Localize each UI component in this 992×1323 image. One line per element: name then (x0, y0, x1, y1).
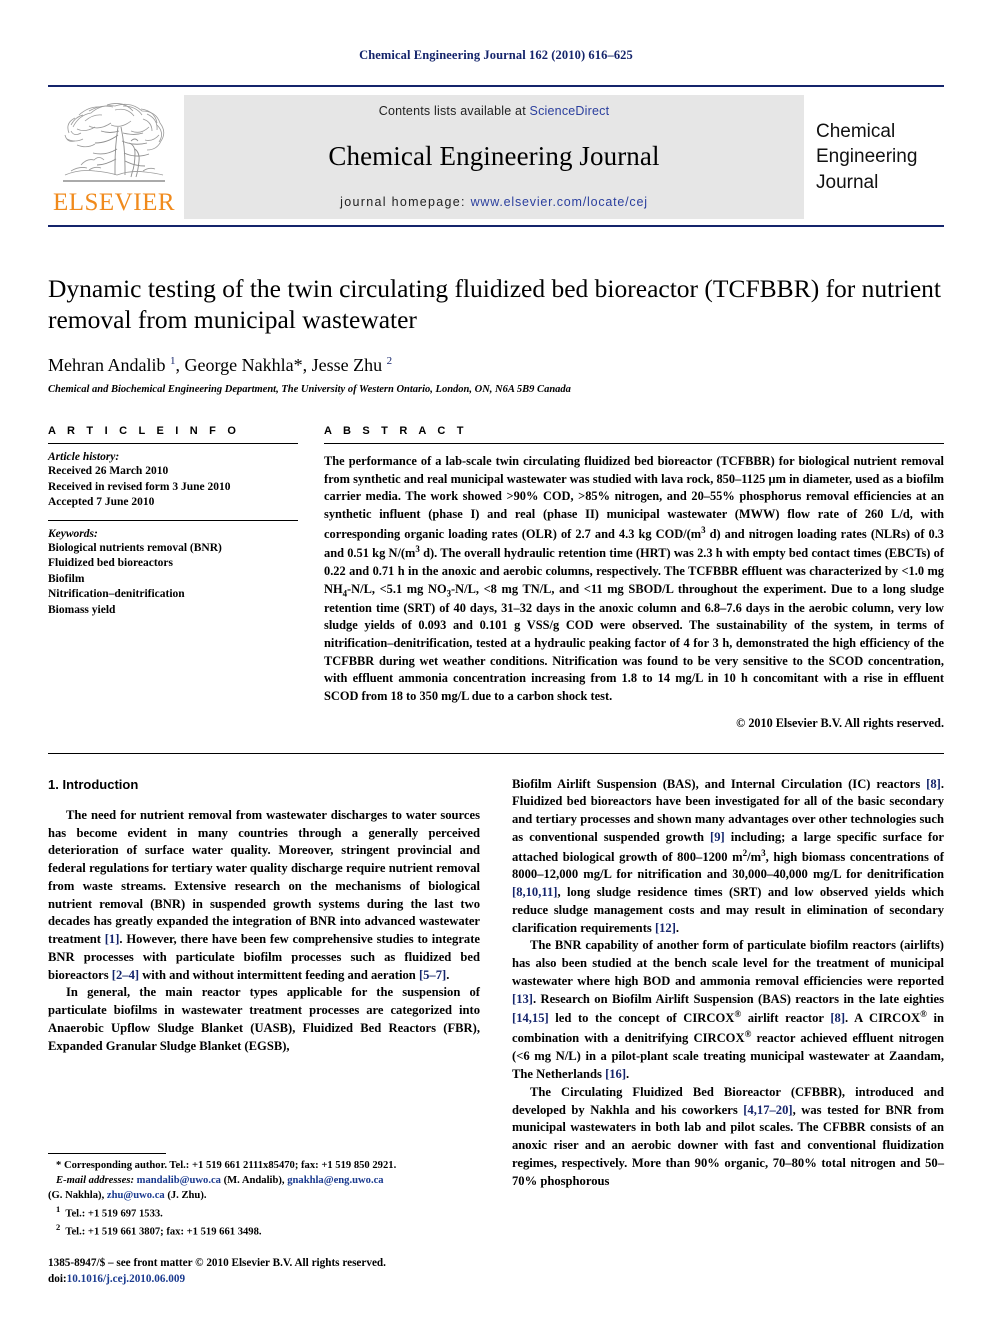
body-columns: 1. Introduction The need for nutrient re… (48, 776, 944, 1191)
abstract-text: The performance of a lab-scale twin circ… (324, 454, 945, 703)
keywords-block: Keywords: Biological nutrients removal (… (48, 521, 298, 619)
doi-link[interactable]: 10.1016/j.cej.2010.06.009 (67, 1273, 185, 1285)
sciencedirect-link[interactable]: ScienceDirect (530, 104, 610, 118)
homepage-prefix: journal homepage: (340, 195, 471, 209)
journal-homepage-link[interactable]: www.elsevier.com/locate/cej (471, 195, 648, 209)
body-column-right: Biofilm Airlift Suspension (BAS), and In… (512, 776, 944, 1191)
doi-line: doi:10.1016/j.cej.2010.06.009 (48, 1271, 478, 1287)
history-item: Received 26 March 2010 (48, 465, 169, 478)
info-abstract-region: A R T I C L E I N F O Article history: R… (48, 425, 944, 730)
section-heading-introduction: 1. Introduction (48, 776, 139, 792)
title-block: Dynamic testing of the twin circulating … (48, 273, 944, 395)
journal-masthead: ELSEVIER Contents lists available at Sci… (48, 85, 944, 219)
footnote-rule (48, 1153, 166, 1155)
keyword-item: Biological nutrients removal (BNR) (48, 541, 222, 554)
history-item: Accepted 7 June 2010 (48, 496, 155, 509)
article-info-heading: A R T I C L E I N F O (48, 425, 241, 438)
keyword-item: Biofilm (48, 572, 85, 585)
cover-line-2: Engineering (816, 146, 918, 168)
doi-prefix: doi: (48, 1272, 67, 1285)
abstract-copyright: © 2010 Elsevier B.V. All rights reserved… (736, 715, 944, 730)
journal-homepage-line: journal homepage: www.elsevier.com/locat… (340, 195, 648, 209)
elsevier-logo: ELSEVIER (48, 95, 180, 219)
keyword-item: Nitrification–denitrification (48, 588, 185, 601)
cover-line-3: Journal (816, 171, 879, 193)
contents-available-line: Contents lists available at ScienceDirec… (379, 104, 610, 118)
paragraph: The need for nutrient removal from waste… (48, 807, 480, 982)
abstract-heading: A B S T R A C T (324, 425, 468, 438)
paragraph: Biofilm Airlift Suspension (BAS), and In… (512, 776, 944, 935)
running-head: Chemical Engineering Journal 162 (2010) … (359, 48, 633, 62)
journal-title: Chemical Engineering Journal (328, 141, 660, 171)
email-addresses-label: E-mail addresses: (56, 1175, 134, 1187)
footnote-block: * Corresponding author. Tel.: +1 519 661… (48, 1153, 478, 1287)
body-column-left: 1. Introduction The need for nutrient re… (48, 776, 480, 1191)
author-list: Mehran Andalib 1, George Nakhla*, Jesse … (48, 355, 393, 376)
paragraph: The Circulating Fluidized Bed Bioreactor… (512, 1084, 944, 1188)
article-info-column: A R T I C L E I N F O Article history: R… (48, 425, 298, 730)
keyword-item: Fluidized bed bioreactors (48, 557, 174, 570)
issn-line: 1385-8947/$ – see front matter © 2010 El… (48, 1256, 386, 1269)
email-addresses-values[interactable]: mandalib@uwo.ca (M. Andalib), gnakhla@en… (137, 1175, 384, 1186)
paragraph: In general, the main reactor types appli… (48, 985, 480, 1053)
abstract-column: A B S T R A C T The performance of a lab… (324, 425, 944, 730)
cover-line-1: Chemical (816, 120, 896, 142)
article-history-block: Article history: Received 26 March 2010 … (48, 444, 298, 520)
elsevier-wordmark: ELSEVIER (52, 189, 176, 216)
email-addresses-note: E-mail addresses: mandalib@uwo.ca (M. An… (48, 1174, 478, 1189)
history-item: Received in revised form 3 June 2010 (48, 480, 231, 493)
journal-article-page: Chemical Engineering Journal 162 (2010) … (0, 0, 992, 1323)
keyword-item: Biomass yield (48, 603, 116, 616)
email-addresses-note-cont[interactable]: (G. Nakhla), zhu@uwo.ca (J. Zhu). (48, 1189, 478, 1204)
issn-copyright-block: 1385-8947/$ – see front matter © 2010 El… (48, 1255, 478, 1287)
corresponding-author-note: * Corresponding author. Tel.: +1 519 661… (56, 1160, 397, 1172)
contents-prefix: Contents lists available at (378, 104, 530, 118)
journal-cover-thumbnail: Chemical Engineering Journal (804, 95, 944, 219)
keywords-label: Keywords: (48, 527, 98, 540)
article-history-label: Article history: (48, 451, 120, 464)
affiliation: Chemical and Biochemical Engineering Dep… (48, 384, 571, 396)
author-note-1: 1 Tel.: +1 519 697 1533. (56, 1203, 163, 1220)
body-separator-rule (48, 752, 944, 754)
masthead-center-band: Contents lists available at ScienceDirec… (184, 95, 804, 219)
elsevier-tree-icon (63, 103, 165, 182)
author-note-2: 2 Tel.: +1 519 661 3807; fax: +1 519 661… (56, 1222, 262, 1238)
page-title: Dynamic testing of the twin circulating … (48, 274, 941, 335)
masthead-bottom-rule (48, 225, 944, 227)
paragraph: The BNR capability of another form of pa… (512, 938, 944, 1082)
